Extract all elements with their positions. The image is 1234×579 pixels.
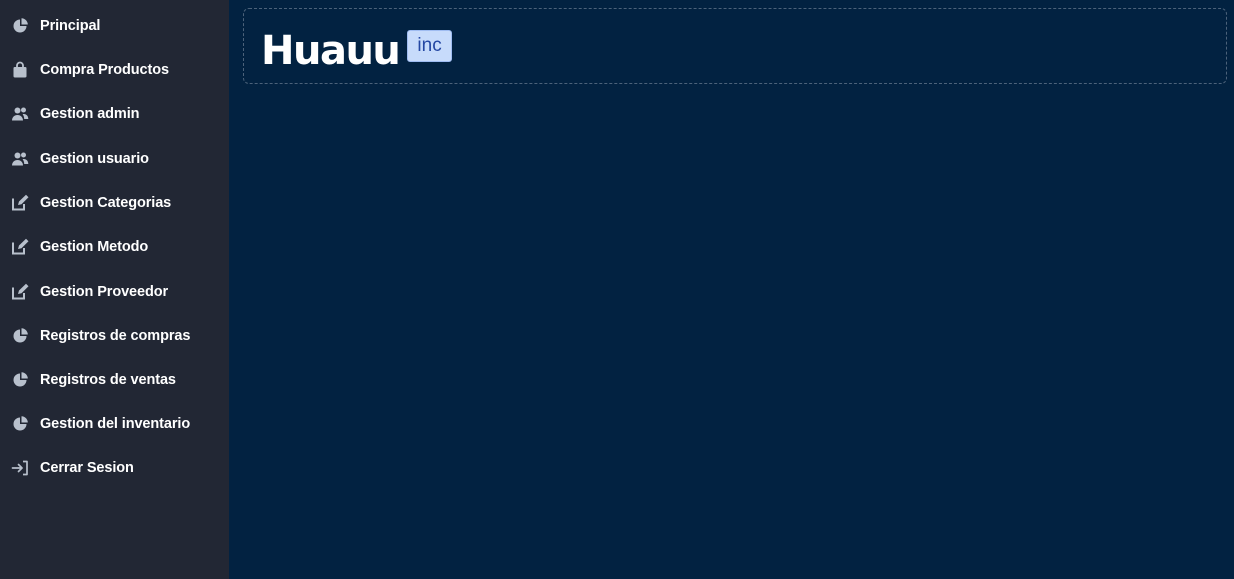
edit-icon xyxy=(11,194,29,212)
sidebar-item-gestion-categorias[interactable]: Gestion Categorias xyxy=(0,183,229,223)
pie-chart-icon xyxy=(11,371,29,389)
pie-chart-icon xyxy=(11,17,29,35)
sidebar-item-gestion-inventario[interactable]: Gestion del inventario xyxy=(0,404,229,444)
sidebar-item-label: Compra Productos xyxy=(40,62,169,78)
sidebar: Principal Compra Productos Gestion admin… xyxy=(0,0,229,579)
logout-icon xyxy=(11,459,29,477)
sidebar-item-label: Principal xyxy=(40,18,101,34)
pie-chart-icon xyxy=(11,415,29,433)
brand-badge: inc xyxy=(407,30,452,62)
edit-icon xyxy=(11,283,29,301)
sidebar-item-gestion-metodo[interactable]: Gestion Metodo xyxy=(0,227,229,267)
edit-icon xyxy=(11,238,29,256)
sidebar-item-label: Gestion usuario xyxy=(40,151,149,167)
sidebar-item-label: Cerrar Sesion xyxy=(40,460,134,476)
sidebar-item-gestion-proveedor[interactable]: Gestion Proveedor xyxy=(0,272,229,312)
header-box: Huauu inc xyxy=(243,8,1227,84)
sidebar-item-label: Gestion Metodo xyxy=(40,239,149,255)
users-icon xyxy=(11,150,29,168)
shopping-bag-icon xyxy=(11,61,29,79)
sidebar-item-registros-compras[interactable]: Registros de compras xyxy=(0,316,229,356)
pie-chart-icon xyxy=(11,327,29,345)
sidebar-item-compra-productos[interactable]: Compra Productos xyxy=(0,50,229,90)
users-icon xyxy=(11,105,29,123)
sidebar-item-gestion-usuario[interactable]: Gestion usuario xyxy=(0,139,229,179)
sidebar-item-gestion-admin[interactable]: Gestion admin xyxy=(0,94,229,134)
brand-logo: Huauu inc xyxy=(261,27,452,75)
sidebar-item-label: Gestion Categorias xyxy=(40,195,172,211)
brand-name: Huauu xyxy=(261,28,401,74)
main-content: Huauu inc xyxy=(229,0,1234,579)
sidebar-item-label: Gestion admin xyxy=(40,106,140,122)
sidebar-item-label: Registros de compras xyxy=(40,328,191,344)
sidebar-item-registros-ventas[interactable]: Registros de ventas xyxy=(0,360,229,400)
sidebar-item-label: Gestion Proveedor xyxy=(40,284,169,300)
sidebar-item-cerrar-sesion[interactable]: Cerrar Sesion xyxy=(0,448,229,488)
sidebar-item-label: Gestion del inventario xyxy=(40,416,191,432)
sidebar-item-principal[interactable]: Principal xyxy=(0,6,229,46)
sidebar-item-label: Registros de ventas xyxy=(40,372,176,388)
